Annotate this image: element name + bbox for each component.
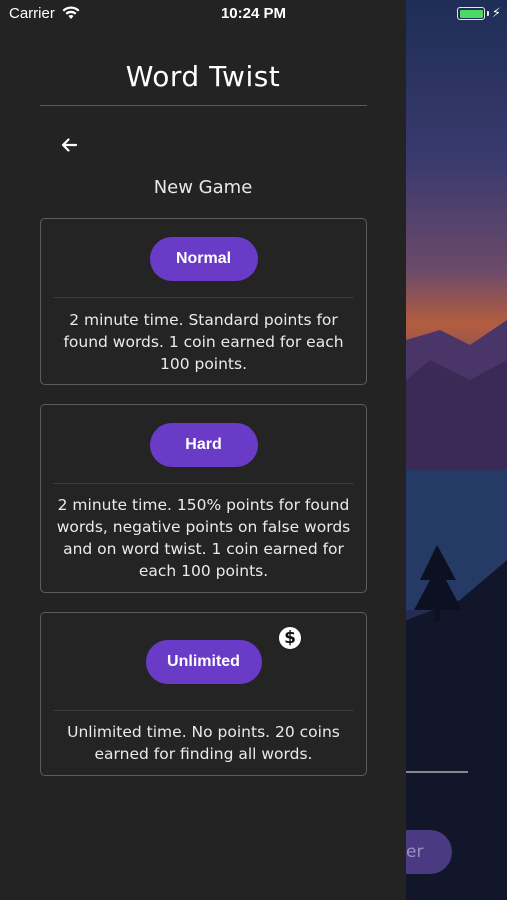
screen-title: New Game [153, 177, 253, 198]
card-divider [53, 483, 354, 484]
mode-card-normal: Normal 2 minute time. Standard points fo… [40, 218, 367, 385]
arrow-left-icon [61, 138, 78, 152]
battery-icon [457, 7, 485, 20]
charging-bolt-icon: ⚡ [491, 6, 501, 21]
battery-tip [487, 11, 489, 16]
back-button[interactable] [56, 132, 82, 158]
hard-mode-button[interactable]: Hard [149, 423, 258, 467]
normal-mode-button[interactable]: Normal [149, 237, 258, 281]
unlimited-mode-button[interactable]: Unlimited [145, 640, 262, 684]
coin-dollar-icon: $ [277, 625, 303, 651]
mode-description: 2 minute time. Standard points for found… [63, 311, 344, 373]
mode-description: Unlimited time. No points. 20 coins earn… [67, 723, 340, 763]
status-bar: Carrier 10:24 PM ⚡ [0, 0, 507, 28]
background-divider [406, 771, 468, 773]
mode-card-hard: Hard 2 minute time. 150% points for foun… [40, 404, 367, 593]
mode-card-unlimited: Unlimited $ Unlimited time. No points. 2… [40, 612, 367, 776]
card-divider [53, 710, 354, 711]
app-title: Word Twist [125, 60, 281, 93]
status-time: 10:24 PM [220, 5, 287, 22]
background-button-text: er [406, 842, 424, 862]
battery-fill [459, 9, 483, 18]
title-divider [40, 105, 367, 106]
card-divider [53, 297, 354, 298]
side-drawer: Word Twist New Game Normal 2 minute time… [0, 0, 406, 900]
mode-description: 2 minute time. 150% points for found wor… [56, 496, 351, 580]
